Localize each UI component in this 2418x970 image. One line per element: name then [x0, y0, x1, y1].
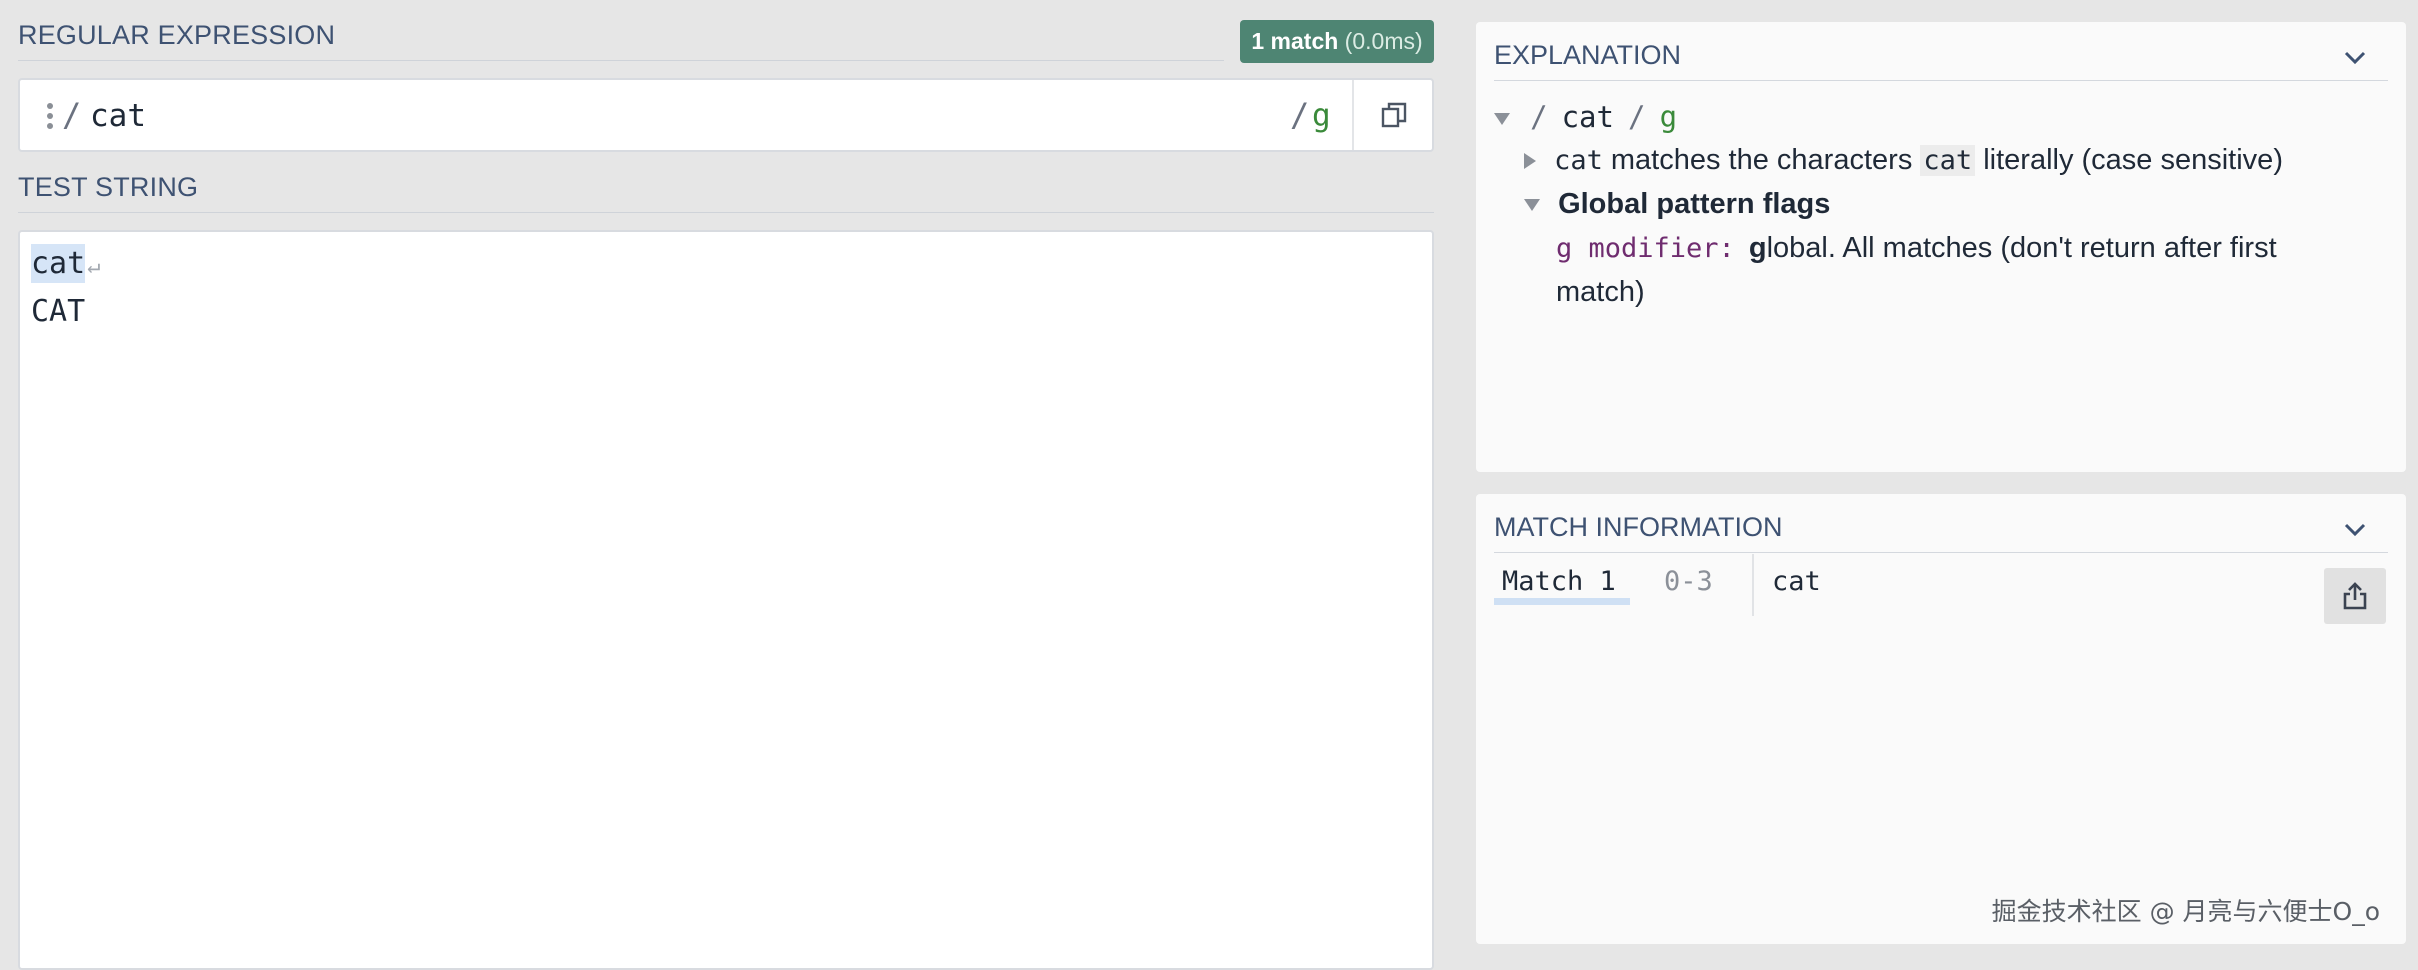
match-label[interactable]: Match 1 — [1494, 566, 1616, 597]
regex-open-delimiter: / — [62, 96, 82, 134]
root-close-delim: / — [1628, 100, 1646, 134]
explanation-divider — [1494, 80, 2388, 81]
caret-down-icon[interactable] — [1524, 199, 1540, 212]
test-string-editor[interactable]: cat↵ CAT — [18, 230, 1434, 970]
token-code: cat — [1554, 145, 1603, 176]
chevron-down-icon[interactable] — [2342, 44, 2368, 70]
caret-right-icon[interactable] — [1524, 153, 1536, 170]
match-count-badge: 1 match (0.0ms) — [1240, 20, 1434, 63]
explanation-card: EXPLANATION / cat / g cat matches the ch… — [1476, 22, 2406, 472]
regex-title-divider — [18, 60, 1224, 61]
test-string-section-title: TEST STRING — [18, 172, 199, 202]
caret-down-icon[interactable] — [1494, 113, 1510, 126]
copy-icon — [1381, 102, 1407, 128]
match-range: 0-3 — [1664, 566, 1713, 597]
root-flags: g — [1659, 100, 1678, 134]
test-title-divider — [18, 212, 1434, 213]
watermark-text: 掘金技术社区 @ 月亮与六便士O_o — [1991, 897, 2380, 926]
modifier-bold-letter: g — [1748, 232, 1767, 264]
regex-pattern-input[interactable]: cat — [90, 98, 146, 134]
explanation-root-row[interactable]: / cat / g — [1494, 100, 1677, 135]
share-icon — [2343, 582, 2367, 610]
test-line-2: CAT — [31, 294, 86, 329]
editor-pane: REGULAR EXPRESSION 1 match (0.0ms) / cat… — [0, 0, 1452, 970]
regex-input-box[interactable]: / cat / g — [18, 78, 1434, 152]
regex-section-title: REGULAR EXPRESSION — [18, 20, 336, 50]
modifier-text-line1: lobal. All matches (don't return after f… — [1766, 232, 2277, 264]
root-open-delim: / — [1530, 100, 1548, 134]
flags-heading: Global pattern flags — [1558, 188, 1831, 220]
copy-regex-button[interactable] — [1354, 80, 1434, 150]
match-separator — [1752, 554, 1754, 616]
match-count: 1 match — [1251, 28, 1339, 54]
drag-handle-icon[interactable] — [46, 103, 54, 129]
match-underline — [1494, 598, 1630, 605]
modifier-row: g modifier: global. All matches (don't r… — [1556, 232, 2277, 265]
regex-close-delimiter: / — [1290, 96, 1310, 134]
newline-marker: ↵ — [87, 254, 101, 279]
token-text-1: matches the characters — [1602, 144, 1921, 176]
match-time: (0.0ms) — [1338, 28, 1423, 54]
match-information-divider — [1494, 552, 2388, 553]
explanation-title: EXPLANATION — [1494, 40, 1682, 70]
match-value: cat — [1772, 566, 1821, 597]
regex-flags-button[interactable]: g — [1312, 98, 1331, 134]
match-information-card: MATCH INFORMATION Match 1 0-3 cat 掘金技术社区… — [1476, 494, 2406, 944]
explanation-token-row[interactable]: cat matches the characters cat literally… — [1524, 144, 2283, 177]
match-information-title: MATCH INFORMATION — [1494, 512, 1783, 542]
sidebar-pane: EXPLANATION / cat / g cat matches the ch… — [1452, 0, 2418, 950]
test-line-1: cat↵ — [31, 244, 101, 283]
token-chip: cat — [1920, 145, 1976, 176]
token-text-2: literally (case sensitive) — [1975, 144, 2283, 176]
modifier-code: g modifier: — [1556, 233, 1735, 264]
modifier-text-line2: match) — [1556, 276, 1645, 308]
export-matches-button[interactable] — [2324, 568, 2386, 624]
match-highlight: cat — [31, 244, 86, 283]
root-pattern: cat — [1561, 100, 1614, 134]
chevron-down-icon[interactable] — [2342, 516, 2368, 542]
flags-heading-row[interactable]: Global pattern flags — [1524, 188, 1830, 221]
